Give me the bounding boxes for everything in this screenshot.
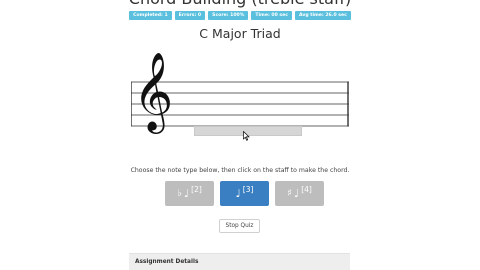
quarter-note-icon: ♩	[294, 187, 300, 200]
stop-quiz-button[interactable]: Stop Quiz	[219, 219, 260, 233]
natural-note-button[interactable]: ♩ [3]	[220, 181, 269, 206]
shortcut-label: [4]	[301, 185, 312, 194]
shortcut-label: [2]	[191, 185, 202, 194]
assignment-details-panel[interactable]: Assignment Details	[129, 253, 350, 270]
quarter-note-icon: ♩	[235, 187, 241, 200]
page-title: Chord Building (treble staff)	[0, 0, 480, 8]
mouse-cursor-icon	[243, 131, 250, 141]
chord-name: C Major Triad	[199, 26, 281, 41]
sharp-icon: ♯	[287, 188, 292, 199]
stat-time: Time: 00 sec	[251, 11, 292, 20]
instructions-text: Choose the note type below, then click o…	[130, 167, 350, 174]
flat-icon: ♭	[177, 188, 182, 199]
quarter-note-icon: ♩	[183, 187, 190, 200]
stat-completed: Completed: 1	[129, 11, 172, 20]
note-type-buttons: ♭ ♩ [2] ♩ [3] ♯ ♩ [4]	[165, 181, 324, 206]
treble-clef-icon: 𝄞	[133, 52, 174, 131]
sharp-note-button[interactable]: ♯ ♩ [4]	[275, 181, 324, 206]
stat-avg-time: Avg time: 26.0 sec	[294, 11, 351, 20]
flat-note-button[interactable]: ♭ ♩ [2]	[165, 181, 214, 206]
shortcut-label: [3]	[242, 185, 254, 194]
stat-score: Score: 100%	[208, 11, 249, 20]
stats-bar: Completed: 1 Errors: 0 Score: 100% Time:…	[0, 11, 480, 20]
assignment-details-label: Assignment Details	[135, 259, 199, 265]
stat-errors: Errors: 0	[174, 11, 206, 20]
